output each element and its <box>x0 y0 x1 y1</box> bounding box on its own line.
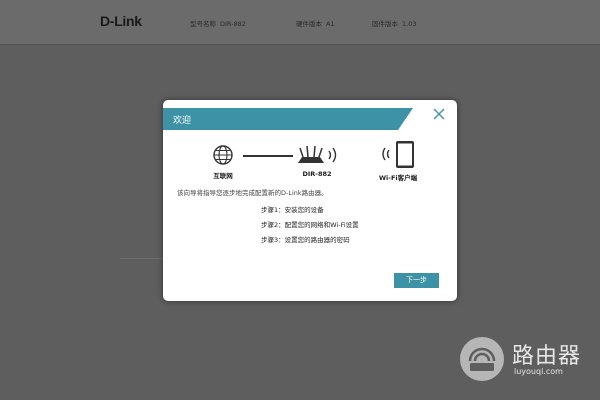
firmware-label: 固件版本 <box>372 20 398 28</box>
client-node: Wi-Fi客户端 <box>368 140 428 182</box>
dialog-title: 欢迎 <box>173 116 192 126</box>
router-icon <box>298 145 337 163</box>
watermark-cn: 路由器 <box>512 344 582 369</box>
model-label: 型号名称 <box>190 20 216 28</box>
dlink-logo: D-Link <box>100 13 142 29</box>
firmware-value: 1.03 <box>402 20 417 28</box>
dialog-title-ribbon: 欢迎 <box>163 108 413 130</box>
hardware-info: 硬件版本 A1 <box>296 18 335 28</box>
router-logo-icon <box>460 337 504 381</box>
next-button[interactable]: 下一步 <box>394 273 439 288</box>
intro-text: 该向导将指导您逐步地完成配置新的D-Link路由器。 <box>177 189 328 197</box>
internet-label: 互联网 <box>213 172 233 180</box>
globe-icon <box>213 145 233 165</box>
model-info: 型号名称 DIR-882 <box>190 18 246 28</box>
watermark-en: luyouqi.com <box>514 367 563 376</box>
hardware-label: 硬件版本 <box>296 20 322 28</box>
internet-node: 互联网 <box>203 144 243 180</box>
step-1: 步骤1：安装您的设备 <box>261 206 324 214</box>
connection-line <box>243 155 293 157</box>
model-value: DIR-882 <box>220 20 246 28</box>
welcome-dialog: 欢迎 互联网 DIR-882 Wi-Fi客户端 该向导将指导您逐步地完成配置新的… <box>163 100 457 301</box>
step-3: 步骤3：设置您的路由器的密码 <box>261 236 350 244</box>
watermark: 路由器 luyouqi.com <box>460 337 590 382</box>
step-2: 步骤2：配置您的网络和Wi-Fi设置 <box>261 221 359 229</box>
client-label: Wi-Fi客户端 <box>378 174 418 182</box>
tablet-icon <box>382 141 414 168</box>
wifi-signal-icon <box>328 150 332 160</box>
top-header: D-Link 型号名称 DIR-882 硬件版本 A1 固件版本 1.03 <box>0 0 600 45</box>
close-icon[interactable] <box>432 107 446 121</box>
router-label: DIR-882 <box>302 170 332 178</box>
router-node: DIR-882 <box>289 144 345 178</box>
firmware-info: 固件版本 1.03 <box>372 18 416 28</box>
background-divider <box>120 258 165 259</box>
hardware-value: A1 <box>326 20 335 28</box>
